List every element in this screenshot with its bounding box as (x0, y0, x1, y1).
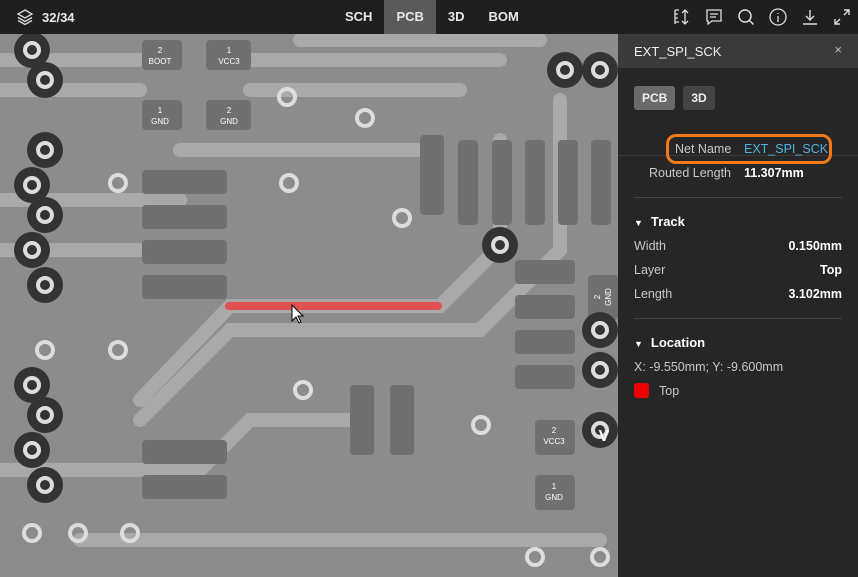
info-icon[interactable] (768, 7, 788, 27)
svg-text:VCC3: VCC3 (218, 57, 240, 66)
download-icon[interactable] (800, 7, 820, 27)
net-name-value[interactable]: EXT_SPI_SCK (744, 142, 828, 156)
measure-icon[interactable] (672, 7, 692, 27)
tab-3d[interactable]: 3D (436, 0, 477, 34)
svg-text:GND: GND (545, 493, 563, 502)
track-length-row: Length 3.102mm (634, 287, 842, 301)
top-toolbar: 32/34 SCH PCB 3D BOM (0, 0, 858, 34)
svg-text:VCC3: VCC3 (543, 437, 565, 446)
layers-icon (16, 9, 34, 26)
pcb-canvas[interactable]: 2 BOOT 1 VCC3 1 GND 2 GND 2 GND 2 VCC3 1 GND V (0, 34, 618, 577)
svg-text:1: 1 (227, 46, 232, 55)
location-coords: X: -9.550mm; Y: -9.600mm (634, 360, 784, 374)
svg-text:GND: GND (151, 117, 169, 126)
layer-color-swatch (634, 383, 649, 398)
svg-text:GND: GND (604, 288, 613, 306)
location-layer: Top (634, 383, 679, 398)
tab-sch[interactable]: SCH (333, 0, 384, 34)
view-3d-button[interactable]: 3D (683, 86, 715, 110)
comment-icon[interactable] (704, 7, 724, 27)
caret-down-icon: ▼ (634, 339, 643, 349)
svg-text:GND: GND (220, 117, 238, 126)
layers-button[interactable]: 32/34 (16, 8, 75, 26)
caret-down-icon: ▼ (634, 218, 643, 228)
search-icon[interactable] (736, 7, 756, 27)
track-layer-row: Layer Top (634, 263, 842, 277)
expand-icon[interactable] (832, 7, 852, 27)
svg-text:2: 2 (552, 426, 557, 435)
properties-panel: EXT_SPI_SCK × PCB 3D Net Name EXT_SPI_SCK… (618, 34, 858, 577)
panel-title: EXT_SPI_SCK (634, 44, 722, 59)
svg-text:1: 1 (158, 106, 163, 115)
svg-text:2: 2 (593, 294, 602, 299)
svg-text:BOOT: BOOT (149, 57, 172, 66)
view-pcb-button[interactable]: PCB (634, 86, 676, 110)
svg-text:V: V (599, 428, 610, 445)
svg-text:1: 1 (552, 482, 557, 491)
tab-pcb[interactable]: PCB (384, 0, 436, 34)
pcb-traces (0, 34, 607, 547)
track-section-toggle[interactable]: ▼ Track (634, 214, 685, 229)
svg-text:2: 2 (158, 46, 163, 55)
track-width-row: Width 0.150mm (634, 239, 842, 253)
routed-length-label: Routed Length (649, 166, 732, 180)
net-name-label: Net Name (675, 142, 732, 156)
location-section-toggle[interactable]: ▼ Location (634, 335, 705, 350)
routed-length-value: 11.307mm (744, 166, 804, 180)
layer-count: 32/34 (42, 9, 75, 25)
svg-text:2: 2 (227, 106, 232, 115)
close-icon[interactable]: × (834, 42, 842, 57)
tab-bom[interactable]: BOM (477, 0, 531, 34)
